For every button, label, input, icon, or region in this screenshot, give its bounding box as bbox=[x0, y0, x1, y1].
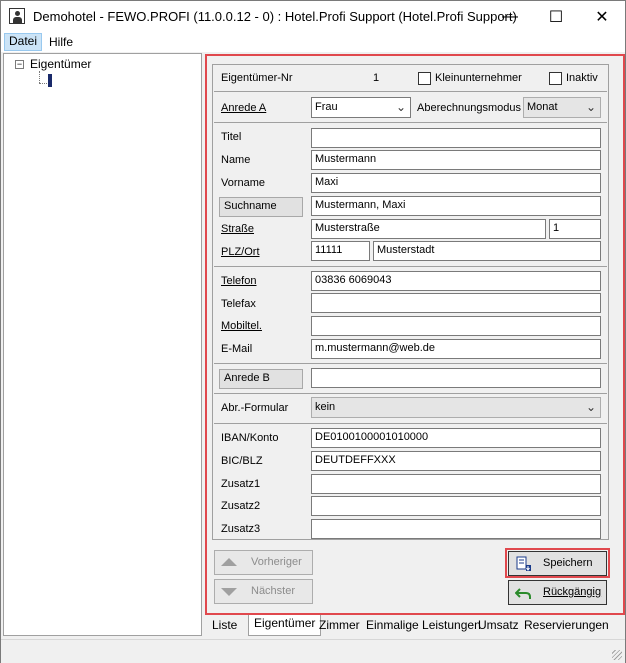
suchname-input[interactable]: Mustermann, Maxi bbox=[311, 196, 601, 216]
tab-reservierungen[interactable]: Reservierungen bbox=[519, 617, 614, 635]
abrechnungsmodus-select[interactable]: Monat ⌄ bbox=[523, 97, 601, 118]
iban-label: IBAN/Konto bbox=[221, 432, 279, 444]
abrechnungsmodus-label: Aberechnungsmodus bbox=[417, 102, 521, 114]
telefon-input[interactable]: 03836 6069043 bbox=[311, 271, 601, 291]
speichern-label: Speichern bbox=[543, 557, 593, 569]
kleinunternehmer-checkbox[interactable] bbox=[418, 72, 431, 85]
name-input[interactable]: Mustermann bbox=[311, 150, 601, 170]
zusatz1-input[interactable] bbox=[311, 474, 601, 494]
anrede-a-label: Anrede A bbox=[221, 102, 267, 114]
bic-label: BIC/BLZ bbox=[221, 455, 263, 467]
zusatz2-label: Zusatz2 bbox=[221, 500, 261, 512]
separator bbox=[214, 266, 607, 267]
status-bar bbox=[1, 639, 625, 663]
title-bar[interactable]: Demohotel - FEWO.PROFI (11.0.0.12 - 0) :… bbox=[1, 1, 625, 32]
titel-label: Titel bbox=[221, 131, 242, 143]
anrede-a-value: Frau bbox=[315, 101, 338, 113]
vorname-label: Vorname bbox=[221, 177, 266, 189]
suchname-button[interactable]: Suchname bbox=[219, 197, 303, 217]
kleinunternehmer-label: Kleinunternehmer bbox=[435, 72, 522, 84]
minimize-button[interactable]: — bbox=[487, 1, 533, 32]
inaktiv-checkbox[interactable] bbox=[549, 72, 562, 85]
window-title: Demohotel - FEWO.PROFI (11.0.0.12 - 0) :… bbox=[33, 9, 517, 24]
ort-input[interactable]: Musterstadt bbox=[373, 241, 601, 261]
plz-ort-label: PLZ/Ort bbox=[221, 246, 260, 258]
inaktiv-label: Inaktiv bbox=[566, 72, 598, 84]
abr-formular-select[interactable]: kein ⌄ bbox=[311, 397, 601, 418]
menu-datei[interactable]: Datei bbox=[4, 33, 43, 51]
undo-icon bbox=[515, 588, 531, 599]
owner-tree[interactable]: − Eigentümer bbox=[3, 53, 202, 636]
anrede-b-button[interactable]: Anrede B bbox=[219, 369, 303, 389]
strasse-input[interactable]: Musterstraße bbox=[311, 219, 546, 239]
zusatz2-input[interactable] bbox=[311, 496, 601, 516]
maximize-button[interactable]: ☐ bbox=[533, 1, 579, 32]
mobiltel-label: Mobiltel. bbox=[221, 320, 262, 332]
resize-grip-icon[interactable] bbox=[612, 650, 622, 660]
zusatz1-label: Zusatz1 bbox=[221, 478, 261, 490]
email-input[interactable]: m.mustermann@web.de bbox=[311, 339, 601, 359]
close-button[interactable]: ✕ bbox=[579, 1, 625, 32]
tree-child-node[interactable] bbox=[48, 74, 52, 87]
anrede-a-select[interactable]: Frau ⌄ bbox=[311, 97, 411, 118]
tab-eigentuemer[interactable]: Eigentümer bbox=[248, 615, 322, 636]
arrow-up-icon bbox=[221, 558, 237, 566]
strasse-label: Straße bbox=[221, 223, 255, 235]
zusatz3-input[interactable] bbox=[311, 519, 601, 539]
separator bbox=[214, 363, 607, 364]
separator bbox=[214, 122, 607, 123]
plz-input[interactable]: 11111 bbox=[311, 241, 370, 261]
email-label: E-Mail bbox=[221, 343, 253, 355]
titel-input[interactable] bbox=[311, 128, 601, 148]
tab-liste[interactable]: Liste bbox=[207, 617, 242, 635]
abr-formular-label: Abr.-Formular bbox=[221, 402, 289, 414]
separator bbox=[214, 91, 607, 92]
vorname-input[interactable]: Maxi bbox=[311, 173, 601, 193]
rueckgaengig-button[interactable]: Rückgängig bbox=[508, 580, 607, 605]
menu-bar: Datei Hilfe bbox=[1, 32, 625, 52]
vorheriger-button[interactable]: Vorheriger bbox=[214, 550, 313, 575]
chevron-down-icon: ⌄ bbox=[585, 100, 596, 114]
name-label: Name bbox=[221, 154, 251, 166]
chevron-down-icon: ⌄ bbox=[585, 400, 596, 414]
separator bbox=[214, 393, 607, 394]
tab-zimmer[interactable]: Zimmer bbox=[314, 617, 365, 635]
chevron-down-icon: ⌄ bbox=[395, 100, 406, 114]
abrechnungsmodus-value: Monat bbox=[527, 101, 558, 113]
app-window: Demohotel - FEWO.PROFI (11.0.0.12 - 0) :… bbox=[0, 0, 626, 663]
owner-no-value: 1 bbox=[373, 72, 380, 84]
iban-input[interactable]: DE0100100001010000 bbox=[311, 428, 601, 448]
minimize-icon: — bbox=[502, 7, 518, 25]
arrow-down-icon bbox=[221, 588, 237, 596]
separator bbox=[214, 423, 607, 424]
mobiltel-input[interactable] bbox=[311, 316, 601, 336]
naechster-button[interactable]: Nächster bbox=[214, 579, 313, 604]
vorheriger-label: Vorheriger bbox=[251, 556, 302, 568]
telefax-label: Telefax bbox=[221, 298, 256, 310]
zusatz3-label: Zusatz3 bbox=[221, 523, 261, 535]
owner-no-label: Eigentümer-Nr bbox=[221, 72, 293, 84]
maximize-icon: ☐ bbox=[548, 8, 564, 26]
rueckgaengig-label: Rückgängig bbox=[543, 586, 602, 598]
telefax-input[interactable] bbox=[311, 293, 601, 313]
speichern-button[interactable]: Speichern bbox=[508, 551, 607, 576]
menu-hilfe[interactable]: Hilfe bbox=[44, 34, 78, 50]
tab-einmalige-leistungen[interactable]: Einmalige Leistungen bbox=[361, 617, 486, 635]
tree-connector bbox=[39, 71, 40, 83]
anrede-b-input[interactable] bbox=[311, 368, 601, 388]
app-user-icon bbox=[9, 8, 25, 24]
close-icon: ✕ bbox=[595, 8, 609, 26]
abr-formular-value: kein bbox=[315, 401, 336, 413]
tree-root-eigentuemer[interactable]: Eigentümer bbox=[30, 57, 91, 71]
hausnr-input[interactable]: 1 bbox=[549, 219, 601, 239]
collapse-icon[interactable]: − bbox=[15, 60, 24, 69]
tab-umsatz[interactable]: Umsatz bbox=[473, 617, 524, 635]
telefon-label: Telefon bbox=[221, 275, 257, 287]
bic-input[interactable]: DEUTDEFFXXX bbox=[311, 451, 601, 471]
save-icon bbox=[516, 556, 531, 571]
tree-connector-h bbox=[39, 83, 47, 84]
tab-strip: Liste Eigentümer Zimmer Einmalige Leistu… bbox=[206, 615, 625, 636]
naechster-label: Nächster bbox=[251, 585, 296, 597]
